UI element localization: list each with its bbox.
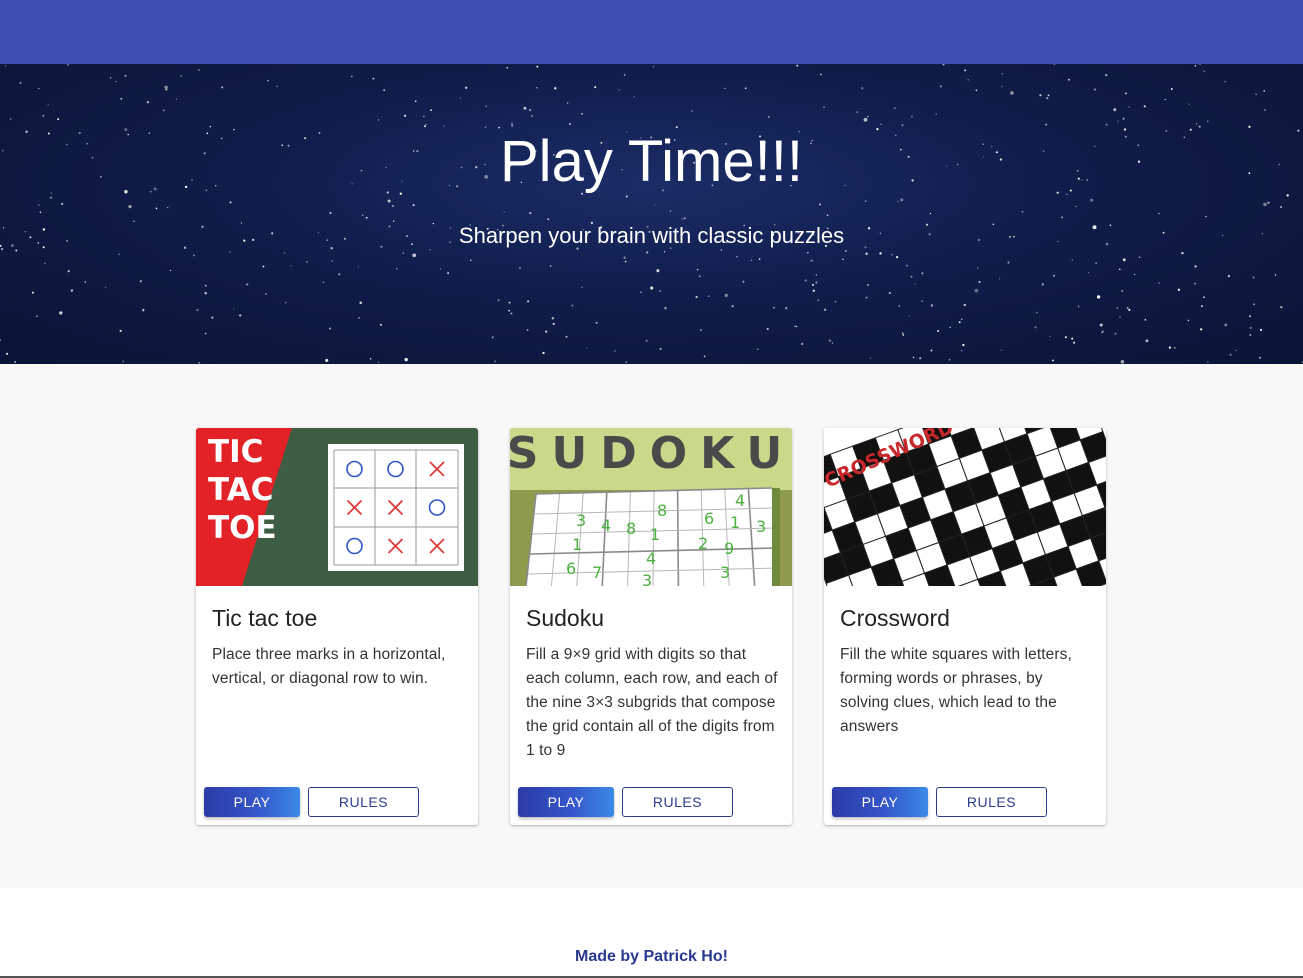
- card-title: Sudoku: [526, 605, 605, 631]
- hero-subtitle: Sharpen your brain with classic puzzles: [458, 223, 845, 248]
- svg-text:8: 8: [657, 501, 667, 520]
- svg-text:4: 4: [646, 549, 656, 568]
- svg-text:2: 2: [698, 534, 708, 553]
- svg-text:3: 3: [720, 563, 730, 582]
- svg-text:7: 7: [592, 563, 602, 582]
- card-title: Tic tac toe: [212, 605, 318, 631]
- rules-button[interactable]: RULES: [622, 787, 733, 817]
- play-button[interactable]: PLAY: [518, 787, 614, 817]
- svg-text:8: 8: [626, 519, 636, 538]
- svg-text:1: 1: [650, 525, 660, 544]
- image-text-tac: TAC: [208, 472, 273, 508]
- svg-text:9: 9: [724, 539, 734, 558]
- play-button[interactable]: PLAY: [204, 787, 300, 817]
- game-card-sudoku: 84348161312946733 SUDOKU Sudoku Fill a 9…: [510, 428, 792, 825]
- game-card-tictactoe: TIC TAC TOE Tic tac toe Place three mark: [196, 428, 478, 825]
- game-card-crossword: CROSSWORD Crossword Fill the white squar…: [824, 428, 1106, 825]
- rules-button[interactable]: RULES: [308, 787, 419, 817]
- svg-text:6: 6: [566, 559, 576, 578]
- svg-text:4: 4: [601, 516, 611, 535]
- svg-text:3: 3: [642, 571, 652, 586]
- hero-title: Play Time!!!: [500, 129, 803, 194]
- play-button[interactable]: PLAY: [832, 787, 928, 817]
- sudoku-image: 84348161312946733 SUDOKU: [510, 428, 792, 586]
- svg-text:1: 1: [730, 513, 740, 532]
- image-text-tic: TIC: [208, 434, 263, 470]
- top-app-bar: [0, 0, 1303, 64]
- image-text-sudoku: SUDOKU: [510, 428, 792, 479]
- card-description: Place three marks in a horizontal, verti…: [212, 646, 446, 687]
- starfield-background: [0, 64, 1303, 364]
- rules-button[interactable]: RULES: [936, 787, 1047, 817]
- card-description: Fill the white squares with letters, for…: [840, 646, 1072, 735]
- games-section: TIC TAC TOE Tic tac toe Place three mark: [0, 364, 1303, 888]
- svg-text:3: 3: [576, 511, 586, 530]
- crossword-image: CROSSWORD: [824, 428, 1106, 586]
- svg-text:6: 6: [704, 509, 714, 528]
- footer-credit: Made by Patrick Ho!: [575, 948, 728, 965]
- svg-text:1: 1: [572, 535, 582, 554]
- hero-banner: Play Time!!! Sharpen your brain with cla…: [0, 64, 1303, 364]
- image-text-toe: TOE: [208, 510, 277, 546]
- svg-text:3: 3: [756, 517, 766, 536]
- tictactoe-image: TIC TAC TOE: [196, 428, 478, 586]
- card-title: Crossword: [840, 605, 950, 631]
- svg-text:4: 4: [735, 491, 745, 510]
- card-description: Fill a 9×9 grid with digits so that each…: [526, 646, 778, 759]
